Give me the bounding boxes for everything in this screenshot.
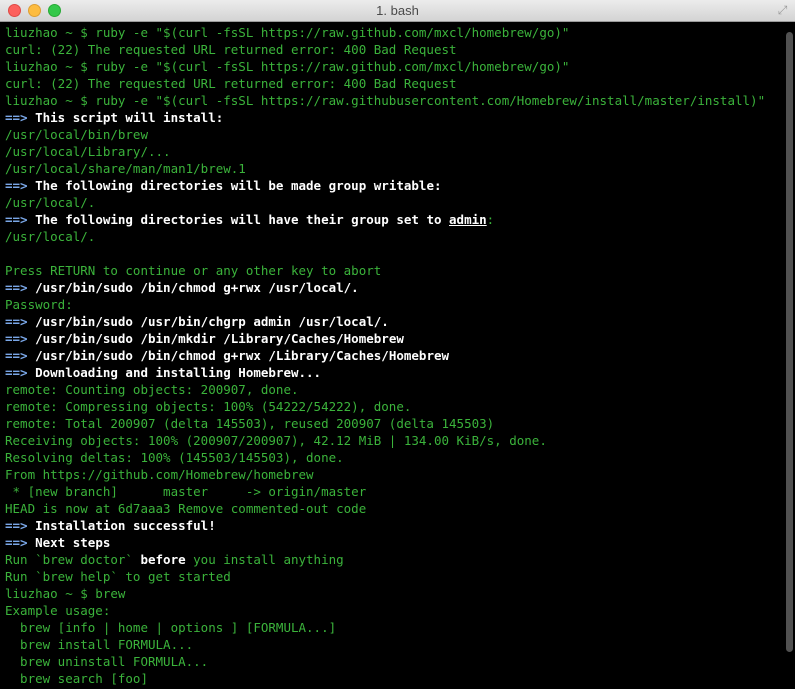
terminal-line: remote: Total 200907 (delta 145503), reu… bbox=[5, 415, 765, 432]
terminal-line: ==> Installation successful! bbox=[5, 517, 765, 534]
title-bar[interactable]: 1. bash ⤢ bbox=[0, 0, 795, 22]
terminal-line: brew install FORMULA... bbox=[5, 636, 765, 653]
prompt-arrow: ==> bbox=[5, 365, 36, 380]
terminal-text: curl: (22) The requested URL returned er… bbox=[5, 42, 457, 57]
terminal-window: 1. bash ⤢ liuzhao ~ $ ruby -e "$(curl -f… bbox=[0, 0, 795, 689]
terminal-text: /usr/local/. bbox=[5, 195, 96, 210]
terminal-line: ==> /usr/bin/sudo /bin/mkdir /Library/Ca… bbox=[5, 330, 765, 347]
terminal-text: Next steps bbox=[35, 535, 111, 550]
terminal-line: Run `brew help` to get started bbox=[5, 568, 765, 585]
prompt-arrow: ==> bbox=[5, 331, 36, 346]
terminal-text: This script will install: bbox=[35, 110, 224, 125]
terminal-text: /usr/bin/sudo /bin/chmod g+rwx /Library/… bbox=[35, 348, 450, 363]
terminal-text: From https://github.com/Homebrew/homebre… bbox=[5, 467, 314, 482]
prompt-arrow: ==> bbox=[5, 535, 36, 550]
terminal-line: Receiving objects: 100% (200907/200907),… bbox=[5, 432, 765, 449]
terminal-text: Installation successful! bbox=[35, 518, 216, 533]
terminal-line: ==> Downloading and installing Homebrew.… bbox=[5, 364, 765, 381]
prompt-arrow: ==> bbox=[5, 348, 36, 363]
terminal-text: Press RETURN to continue or any other ke… bbox=[5, 263, 382, 278]
window-title: 1. bash bbox=[376, 3, 419, 18]
terminal-text: before bbox=[140, 552, 186, 567]
terminal-text: /usr/local/bin/brew bbox=[5, 127, 148, 142]
terminal-text: remote: Total 200907 (delta 145503), reu… bbox=[5, 416, 495, 431]
terminal-text: you install anything bbox=[185, 552, 344, 567]
terminal-text: Run `brew help` to get started bbox=[5, 569, 231, 584]
terminal-text: * [new branch] master -> origin/master bbox=[5, 484, 367, 499]
terminal-text: remote: Compressing objects: 100% (54222… bbox=[5, 399, 412, 414]
fullscreen-arrows-icon[interactable]: ⤢ bbox=[776, 4, 789, 17]
terminal-line: liuzhao ~ $ ruby -e "$(curl -fsSL https:… bbox=[5, 92, 765, 109]
terminal-line: ==> The following directories will be ma… bbox=[5, 177, 765, 194]
terminal-text: liuzhao ~ $ ruby -e "$(curl -fsSL https:… bbox=[5, 59, 570, 74]
prompt-arrow: ==> bbox=[5, 212, 36, 227]
terminal-line: Resolving deltas: 100% (145503/145503), … bbox=[5, 449, 765, 466]
prompt-arrow: ==> bbox=[5, 518, 36, 533]
terminal-line: * [new branch] master -> origin/master bbox=[5, 483, 765, 500]
terminal-output[interactable]: liuzhao ~ $ ruby -e "$(curl -fsSL https:… bbox=[0, 22, 795, 689]
terminal-line: ==> /usr/bin/sudo /bin/chmod g+rwx /Libr… bbox=[5, 347, 765, 364]
terminal-line: HEAD is now at 6d7aaa3 Remove commented-… bbox=[5, 500, 765, 517]
terminal-line: /usr/local/share/man/man1/brew.1 bbox=[5, 160, 765, 177]
terminal-text: : bbox=[486, 212, 495, 227]
terminal-line: ==> This script will install: bbox=[5, 109, 765, 126]
terminal-text: liuzhao ~ $ ruby -e "$(curl -fsSL https:… bbox=[5, 93, 766, 108]
terminal-text: admin bbox=[449, 212, 487, 227]
terminal-line: Example usage: bbox=[5, 602, 765, 619]
terminal-text: /usr/bin/sudo /bin/mkdir /Library/Caches… bbox=[35, 331, 404, 346]
terminal-line: ==> /usr/bin/sudo /bin/chmod g+rwx /usr/… bbox=[5, 279, 765, 296]
terminal-text: /usr/bin/sudo /bin/chmod g+rwx /usr/loca… bbox=[35, 280, 359, 295]
terminal-line: curl: (22) The requested URL returned er… bbox=[5, 75, 765, 92]
terminal-line: Press RETURN to continue or any other ke… bbox=[5, 262, 765, 279]
terminal-line: ==> The following directories will have … bbox=[5, 211, 765, 228]
terminal-text: /usr/local/. bbox=[5, 229, 96, 244]
terminal-line: ==> Next steps bbox=[5, 534, 765, 551]
terminal-text: Password: bbox=[5, 297, 73, 312]
terminal-line: /usr/local/Library/... bbox=[5, 143, 765, 160]
terminal-text: Receiving objects: 100% (200907/200907),… bbox=[5, 433, 547, 448]
terminal-text: brew [info | home | options ] [FORMULA..… bbox=[5, 620, 337, 635]
terminal-text: /usr/bin/sudo /usr/bin/chgrp admin /usr/… bbox=[35, 314, 389, 329]
terminal-line: liuzhao ~ $ ruby -e "$(curl -fsSL https:… bbox=[5, 24, 765, 41]
terminal-line: liuzhao ~ $ ruby -e "$(curl -fsSL https:… bbox=[5, 58, 765, 75]
terminal-text: Run `brew doctor` bbox=[5, 552, 141, 567]
terminal-line: /usr/local/bin/brew bbox=[5, 126, 765, 143]
terminal-line: Password: bbox=[5, 296, 765, 313]
prompt-arrow: ==> bbox=[5, 314, 36, 329]
terminal-text: Resolving deltas: 100% (145503/145503), … bbox=[5, 450, 344, 465]
terminal-text: HEAD is now at 6d7aaa3 Remove commented-… bbox=[5, 501, 367, 516]
terminal-text: The following directories will be made g… bbox=[35, 178, 442, 193]
terminal-text: brew uninstall FORMULA... bbox=[5, 654, 209, 669]
terminal-line: liuzhao ~ $ brew bbox=[5, 585, 765, 602]
terminal-line: Run `brew doctor` before you install any… bbox=[5, 551, 765, 568]
terminal-text: Downloading and installing Homebrew... bbox=[35, 365, 322, 380]
terminal-line: ==> /usr/bin/sudo /usr/bin/chgrp admin /… bbox=[5, 313, 765, 330]
terminal-line: brew uninstall FORMULA... bbox=[5, 653, 765, 670]
terminal-line: brew [info | home | options ] [FORMULA..… bbox=[5, 619, 765, 636]
terminal-lines: liuzhao ~ $ ruby -e "$(curl -fsSL https:… bbox=[5, 24, 765, 687]
prompt-arrow: ==> bbox=[5, 110, 36, 125]
terminal-line: brew search [foo] bbox=[5, 670, 765, 687]
terminal-line: remote: Compressing objects: 100% (54222… bbox=[5, 398, 765, 415]
terminal-text: brew search [foo] bbox=[5, 671, 148, 686]
terminal-text: brew install FORMULA... bbox=[5, 637, 194, 652]
terminal-text: remote: Counting objects: 200907, done. bbox=[5, 382, 299, 397]
terminal-line: /usr/local/. bbox=[5, 194, 765, 211]
terminal-line: From https://github.com/Homebrew/homebre… bbox=[5, 466, 765, 483]
terminal-text: liuzhao ~ $ brew bbox=[5, 586, 126, 601]
prompt-arrow: ==> bbox=[5, 178, 36, 193]
terminal-text: liuzhao ~ $ ruby -e "$(curl -fsSL https:… bbox=[5, 25, 570, 40]
terminal-text: The following directories will have thei… bbox=[35, 212, 450, 227]
scrollbar[interactable] bbox=[786, 32, 793, 652]
terminal-text: /usr/local/share/man/man1/brew.1 bbox=[5, 161, 246, 176]
prompt-arrow: ==> bbox=[5, 280, 36, 295]
terminal-line: remote: Counting objects: 200907, done. bbox=[5, 381, 765, 398]
terminal-text: /usr/local/Library/... bbox=[5, 144, 171, 159]
terminal-text: Example usage: bbox=[5, 603, 111, 618]
terminal-text: curl: (22) The requested URL returned er… bbox=[5, 76, 457, 91]
terminal-line: /usr/local/. bbox=[5, 228, 765, 245]
terminal-line: curl: (22) The requested URL returned er… bbox=[5, 41, 765, 58]
